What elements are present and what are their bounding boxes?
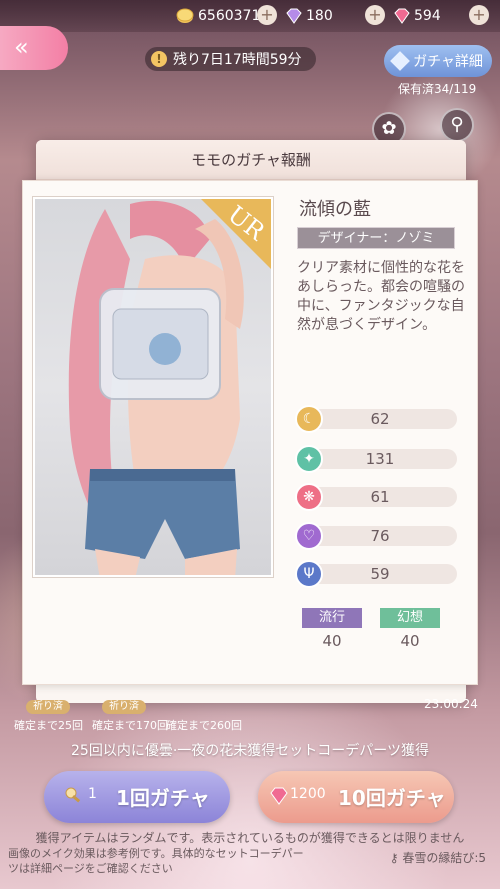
gacha-detail-button[interactable]: ガチャ詳細 [384, 45, 492, 77]
item-description: クリア素材に個性的な花をあしらった。都会の喧騒の中に、ファンタジックな自然が息づ… [297, 260, 465, 333]
snowflake-icon: ❋ [295, 483, 323, 511]
pity-count-3: 確定まで260回 [166, 719, 242, 732]
ticket-label: 春雪の縁結び:5 [402, 851, 486, 865]
search-icon: ⚲ [450, 114, 464, 135]
double-chevron-left-icon: « [14, 33, 29, 61]
flower-icon: ✿ [381, 118, 397, 139]
key-icon [64, 786, 84, 810]
sparkle-icon: ✦ [295, 445, 323, 473]
purple-gem-counter: 180 [284, 5, 333, 27]
single-draw-cost: 1 [88, 786, 97, 802]
clock-icon: ! [151, 51, 167, 67]
stat-value: 131 [365, 450, 395, 468]
stat-row-cool: Ψ 59 [295, 560, 457, 588]
currency-bar: 6560371 + 180 + 594 + [0, 0, 500, 32]
remaining-time: ! 残り7日17時間59分 [145, 47, 316, 71]
stat-row-elegant: ☾ 62 [295, 405, 457, 433]
gold-counter: 6560371 [176, 5, 260, 27]
tag-trend: 流行 [302, 608, 362, 628]
add-purple-gem-button[interactable]: + [365, 5, 385, 25]
remaining-time-text: 残り7日17時間59分 [173, 52, 302, 68]
add-pink-gem-button[interactable]: + [469, 5, 489, 25]
makeup-note: 画像のメイク効果は参考例です。具体的なセットコーデパーツは詳細ページをご確認くだ… [8, 847, 304, 875]
moon-icon: ☾ [295, 405, 323, 433]
random-notice: 獲得アイテムはランダムです。表示されているものが獲得できるとは限りません [35, 831, 465, 845]
coin-icon [176, 7, 194, 25]
ten-draw-cost: 1200 [290, 786, 326, 802]
ten-draw-button[interactable]: 1200 10回ガチャ [258, 771, 454, 823]
tag-trend-value: 40 [322, 632, 342, 650]
tag-fantasy: 幻想 [380, 608, 440, 628]
single-draw-button[interactable]: 1 1回ガチャ [44, 771, 230, 823]
ticket-counter: ⚷ 春雪の縁結び:5 [390, 849, 486, 866]
pity-count-1: 確定まで25回 [14, 719, 83, 732]
bonus-info: 25回以内に優曇·一夜の花末獲得セットコーデパーツ獲得 [71, 743, 429, 759]
stat-row-sexy: ♡ 76 [295, 522, 457, 550]
trident-icon: Ψ [295, 560, 323, 588]
single-draw-label: 1回ガチャ [116, 786, 210, 810]
add-gold-button[interactable]: + [257, 5, 277, 25]
prayer-done-tag-2: 祈り済 [102, 700, 146, 714]
back-button[interactable]: « [0, 26, 68, 70]
countdown-time: 23:00:24 [424, 697, 478, 711]
stat-value: 59 [370, 565, 390, 583]
owned-count: 保有済34/119 [398, 82, 477, 96]
key-icon: ⚷ [389, 851, 399, 865]
prayer-done-tag-1: 祈り済 [26, 700, 70, 714]
diamond-icon [390, 51, 410, 71]
stat-value: 76 [370, 527, 390, 545]
gacha-detail-label: ガチャ詳細 [413, 54, 483, 70]
item-name: 流傾の藍 [299, 199, 371, 220]
item-preview-image: UR [33, 197, 273, 577]
pink-diamond-icon [268, 786, 290, 810]
gold-amount: 6560371 [198, 8, 261, 24]
pink-diamond-icon [392, 7, 410, 25]
tag-fantasy-value: 40 [400, 632, 420, 650]
purple-gem-amount: 180 [306, 8, 333, 24]
designer-label: デザイナー：ノゾミ [297, 227, 455, 249]
pink-gem-counter: 594 [392, 5, 441, 27]
stat-value: 62 [370, 410, 390, 428]
pity-count-2: 確定まで170回 [92, 719, 168, 732]
item-card: UR 流傾の藍 デザイナー：ノゾミ クリア素材に個性的な花をあしらった。都会の喧… [22, 180, 478, 685]
ten-draw-label: 10回ガチャ [338, 786, 446, 810]
stat-row-sweet: ❋ 61 [295, 483, 457, 511]
stat-value: 61 [370, 488, 390, 506]
pink-gem-amount: 594 [414, 8, 441, 24]
purple-diamond-icon [284, 7, 302, 25]
search-button[interactable]: ⚲ [440, 108, 474, 142]
stat-row-fresh: ✦ 131 [295, 445, 457, 473]
heart-icon: ♡ [295, 522, 323, 550]
panel-title: モモのガチャ報酬 [36, 140, 466, 180]
